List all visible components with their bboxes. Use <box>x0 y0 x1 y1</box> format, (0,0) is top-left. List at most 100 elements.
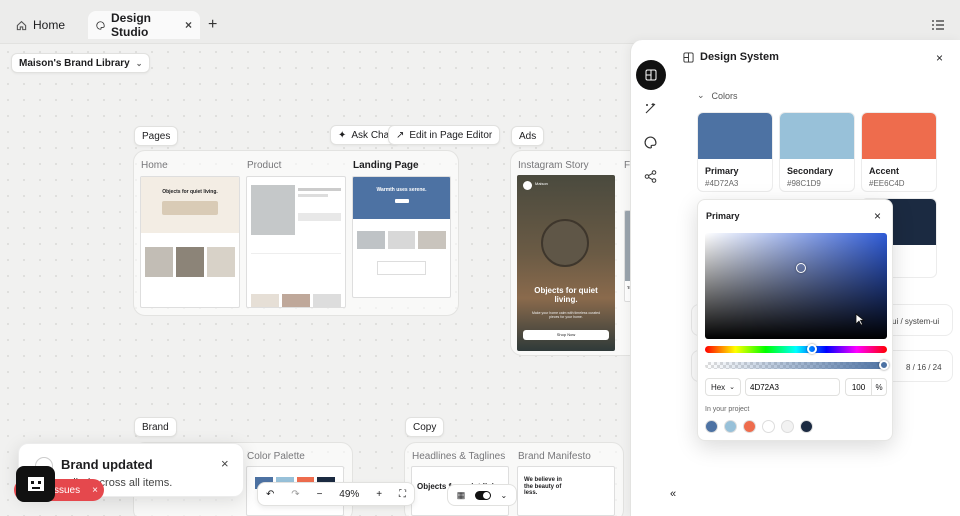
project-color-swatch[interactable] <box>724 420 737 433</box>
close-picker-button[interactable]: × <box>874 209 881 223</box>
swatch-secondary[interactable]: Secondary #98C1D9 <box>779 112 855 192</box>
redo-icon[interactable]: ↷ <box>291 489 299 500</box>
page-landing-label: Landing Page <box>353 160 419 171</box>
fit-screen-icon[interactable]: ⛶ <box>399 489 406 500</box>
zoom-out-button[interactable]: − <box>317 489 323 500</box>
swatch-primary[interactable]: Primary #4D72A3 <box>697 112 773 192</box>
design-system-tool-button[interactable] <box>636 60 666 90</box>
colors-section-header[interactable]: ⌄ Colors <box>697 90 738 101</box>
manifesto-text: We believe in the beauty of less. <box>524 477 562 497</box>
list-menu-icon[interactable] <box>932 20 944 30</box>
swatch-accent-hex: #EE6C4D <box>869 179 905 188</box>
opacity-handle[interactable] <box>879 360 889 370</box>
tab-design-studio[interactable]: Design Studio × <box>88 11 200 39</box>
project-color-swatch[interactable] <box>743 420 756 433</box>
canvas-toolbar: ↶ ↷ − 49% + ⛶ <box>257 482 415 506</box>
page-product-label: Product <box>247 160 282 171</box>
story-tagline: Objects for quiet living. <box>534 286 598 304</box>
robot-icon <box>27 477 44 491</box>
app-logo[interactable] <box>16 466 55 502</box>
swatch-primary-name: Primary <box>705 166 739 176</box>
home-icon <box>16 20 27 30</box>
toast-title: Brand updated <box>61 457 153 472</box>
design-system-icon <box>683 51 694 63</box>
swatch-accent-name: Accent <box>869 166 900 176</box>
home-page-thumbnail[interactable]: Objects for quiet living. <box>140 176 240 308</box>
font-value: ui / system-ui <box>892 317 940 326</box>
tab-home[interactable]: Home <box>8 11 73 39</box>
palette-icon <box>96 20 105 30</box>
zoom-level[interactable]: 49% <box>339 489 359 500</box>
landing-page-thumbnail[interactable]: Warmth uses serene. <box>352 176 451 298</box>
page-home-label: Home <box>141 160 168 171</box>
close-tab-icon[interactable]: × <box>185 18 192 32</box>
ask-chat-label: Ask Chat <box>351 129 392 141</box>
landing-hero-text: Warmth uses serene. <box>376 187 427 193</box>
zoom-in-button[interactable]: + <box>376 489 382 500</box>
project-color-swatch[interactable] <box>762 420 775 433</box>
design-system-icon <box>645 69 657 81</box>
opacity-slider[interactable] <box>705 360 889 370</box>
toggle-switch[interactable] <box>474 490 491 500</box>
saturation-handle[interactable] <box>796 263 806 273</box>
product-page-thumbnail[interactable] <box>246 176 346 308</box>
manifesto-thumbnail[interactable]: We believe in the beauty of less. <box>517 466 615 516</box>
project-color-swatch[interactable] <box>781 420 794 433</box>
palette-icon[interactable] <box>644 136 657 149</box>
swatch-primary-hex: #4D72A3 <box>705 179 739 188</box>
sizes-value: 8 / 16 / 24 <box>906 363 942 372</box>
pages-group-label[interactable]: Pages <box>134 126 179 146</box>
chevron-down-icon[interactable]: ⌄ <box>501 491 508 500</box>
sparkle-icon: ✦ <box>338 129 347 141</box>
chevron-down-icon: ⌄ <box>135 58 143 68</box>
ads-group-label[interactable]: Ads <box>511 126 545 146</box>
project-colors <box>705 420 813 433</box>
grid-icon[interactable]: ▦ <box>457 490 466 501</box>
swatch-secondary-name: Secondary <box>787 166 834 176</box>
brand-group-label[interactable]: Brand <box>134 417 177 437</box>
hue-handle[interactable] <box>807 344 817 354</box>
chevron-down-icon: ⌄ <box>729 384 736 391</box>
hue-slider[interactable] <box>705 344 887 354</box>
color-mode-label: Hex <box>710 382 726 392</box>
view-toggle-bar: ▦ ⌄ <box>447 484 517 506</box>
new-tab-button[interactable]: + <box>208 16 217 34</box>
story-cta-button[interactable]: Shop Now <box>523 330 609 340</box>
project-colors-label: In your project <box>705 406 750 413</box>
saturation-area[interactable] <box>705 233 887 339</box>
close-icon[interactable]: × <box>92 485 98 496</box>
color-mode-select[interactable]: Hex ⌄ <box>705 378 741 396</box>
hex-input[interactable] <box>745 378 840 396</box>
color-picker-popover: Primary × Hex⌄ % In your project <box>697 199 893 441</box>
home-hero-text: Objects for quiet living. <box>162 189 218 195</box>
external-link-icon: ↗ <box>396 129 405 141</box>
headlines-label: Headlines & Taglines <box>412 451 506 462</box>
collapse-panel-button[interactable]: « <box>663 486 683 502</box>
project-color-swatch[interactable] <box>705 420 718 433</box>
undo-icon[interactable]: ↶ <box>266 489 274 500</box>
close-panel-button[interactable]: × <box>936 51 943 65</box>
instagram-story-thumbnail[interactable]: Maison Objects for quiet living. Make yo… <box>517 175 615 351</box>
magic-wand-icon[interactable] <box>644 102 657 115</box>
toast-close-button[interactable]: × <box>221 456 229 471</box>
manifesto-label: Brand Manifesto <box>518 451 591 462</box>
copy-group-label[interactable]: Copy <box>405 417 445 437</box>
opacity-input[interactable] <box>845 378 871 396</box>
swatch-accent[interactable]: Accent #EE6C4D <box>861 112 937 192</box>
share-icon[interactable] <box>644 170 657 183</box>
library-label: Maison's Brand Library <box>19 57 130 69</box>
mouse-cursor-icon <box>855 313 865 326</box>
color-palette-label: Color Palette <box>247 451 305 462</box>
tool-rail <box>630 60 672 210</box>
picker-title: Primary <box>706 211 740 221</box>
colors-label: Colors <box>711 90 738 101</box>
edit-page-editor-button[interactable]: ↗ Edit in Page Editor <box>388 125 501 145</box>
ad-instagram-label: Instagram Story <box>518 160 589 171</box>
tab-design-studio-label: Design Studio <box>111 11 152 39</box>
opacity-unit: % <box>871 378 887 396</box>
issues-label: ssues <box>54 484 81 496</box>
tab-bar: Home Design Studio × + <box>0 0 960 44</box>
project-color-swatch[interactable] <box>800 420 813 433</box>
panel-title: Design System <box>700 51 779 63</box>
library-selector[interactable]: Maison's Brand Library ⌄ <box>11 53 151 73</box>
